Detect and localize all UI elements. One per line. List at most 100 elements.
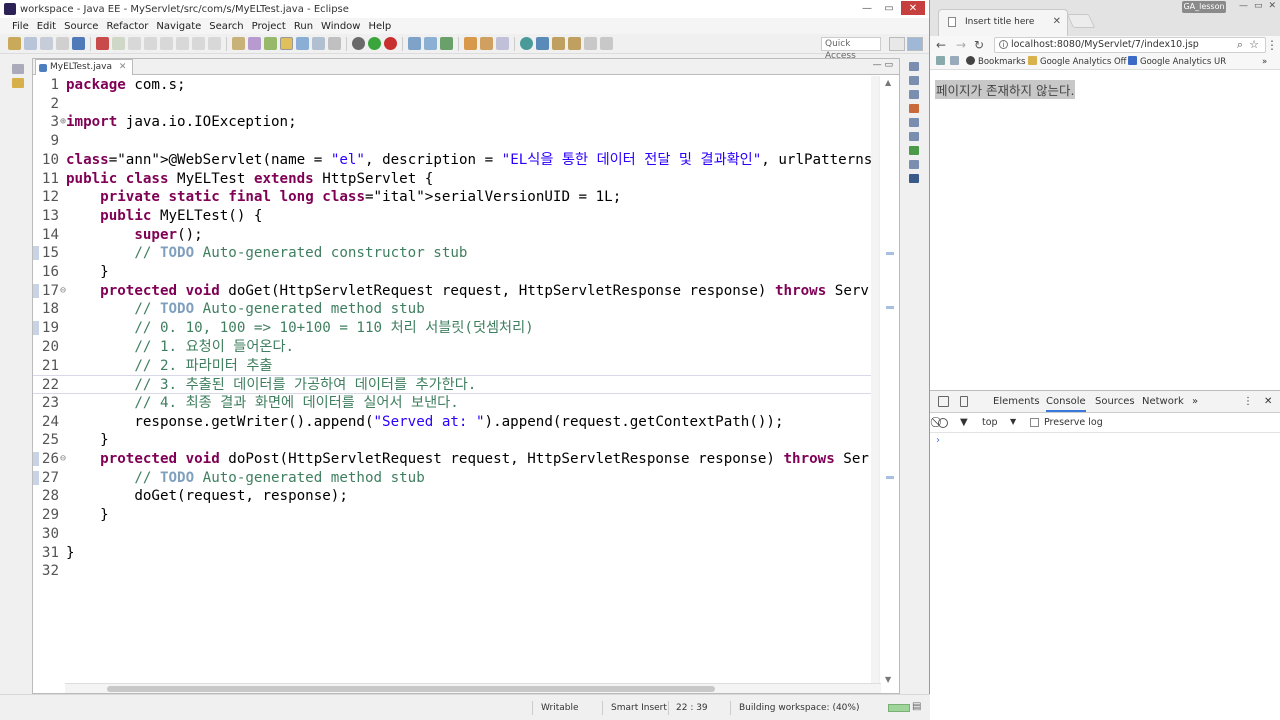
disconnect-icon[interactable] (160, 37, 173, 50)
servers-icon[interactable] (264, 37, 277, 50)
code-line[interactable]: 25 } (33, 431, 881, 450)
project-explorer-icon[interactable] (12, 78, 24, 88)
outline-icon[interactable] (909, 62, 919, 71)
forward-icon[interactable]: → (956, 36, 966, 54)
menu-help[interactable]: Help (364, 21, 395, 32)
block-icon[interactable] (938, 418, 948, 428)
bookmark-ga-off[interactable]: Google Analytics Off (1028, 54, 1127, 69)
step-return-icon[interactable] (208, 37, 221, 50)
code-line[interactable]: 20 // 1. 요청이 들어온다. (33, 338, 881, 357)
search-icon[interactable] (328, 37, 341, 50)
context-selector[interactable]: top (982, 417, 998, 428)
build-progress-bar[interactable] (888, 704, 910, 712)
open-folder-icon[interactable] (464, 37, 477, 50)
open-type-icon[interactable] (232, 37, 245, 50)
task-list-icon[interactable] (909, 76, 919, 85)
print-icon[interactable] (56, 37, 69, 50)
code-line[interactable]: 11 public class MyELTest extends HttpServ… (33, 170, 881, 189)
address-bar[interactable]: i localhost:8080/MyServlet/7/index10.jsp… (994, 37, 1266, 53)
editor-tab[interactable]: MyELTest.java ✕ (35, 59, 134, 75)
code-line[interactable]: 18 // TODO Auto-generated method stub (33, 300, 881, 319)
progress-view-icon[interactable]: ▤ (912, 701, 921, 712)
minimize-icon[interactable]: — (1239, 1, 1248, 11)
maximize-editor-icon[interactable]: ▭ (884, 60, 893, 70)
menu-edit[interactable]: Edit (33, 21, 60, 32)
menu-run[interactable]: Run (290, 21, 317, 32)
overview-ruler[interactable]: ▲ ▼ (879, 76, 899, 686)
step-over-icon[interactable] (192, 37, 205, 50)
new-java-project-icon[interactable] (408, 37, 421, 50)
minimize-editor-icon[interactable]: — (873, 60, 882, 70)
code-line[interactable]: 17 ⊖ protected void doGet(HttpServletRequ… (33, 282, 881, 301)
maximize-icon[interactable]: ▭ (879, 1, 899, 15)
bookmark-bookmarks[interactable]: Bookmarks (966, 54, 1026, 69)
maximize-icon[interactable]: ▭ (1254, 1, 1263, 11)
back-icon[interactable]: ← (936, 36, 946, 54)
properties-icon[interactable] (909, 118, 919, 127)
new-package-icon[interactable] (424, 37, 437, 50)
chrome-menu-icon[interactable]: ⋮ (1266, 36, 1278, 54)
back-icon[interactable] (584, 37, 597, 50)
code-line[interactable]: 29 } (33, 506, 881, 525)
code-line[interactable]: 28 doGet(request, response); (33, 487, 881, 506)
menu-source[interactable]: Source (60, 21, 102, 32)
suspend-icon[interactable] (128, 37, 141, 50)
java-ee-perspective-icon[interactable] (907, 37, 923, 51)
overview-marker[interactable] (886, 252, 894, 255)
code-line[interactable]: 14 super(); (33, 226, 881, 245)
code-line[interactable]: 31} (33, 544, 881, 563)
close-tab-icon[interactable]: ✕ (119, 62, 127, 72)
run-icon[interactable] (368, 37, 381, 50)
menu-window[interactable]: Window (317, 21, 364, 32)
markers-icon[interactable] (909, 104, 919, 113)
code-line[interactable]: 3 ⊕ import java.io.IOException; (33, 113, 881, 132)
bookmark-icon-small[interactable] (950, 54, 962, 69)
prev-annotation-icon[interactable] (568, 37, 581, 50)
code-line[interactable]: 1 package com.s; (33, 76, 881, 95)
pin-icon[interactable] (496, 37, 509, 50)
menu-search[interactable]: Search (205, 21, 247, 32)
horizontal-scrollbar[interactable] (65, 683, 881, 693)
code-line[interactable]: 9 (33, 132, 881, 151)
overview-marker[interactable] (886, 306, 894, 309)
apps-icon[interactable] (936, 54, 948, 69)
code-line[interactable]: 30 (33, 525, 881, 544)
servers-view-icon[interactable] (909, 132, 919, 141)
new-tab-button[interactable] (1066, 14, 1096, 28)
horizontal-scroll-thumb[interactable] (107, 686, 715, 692)
menu-navigate[interactable]: Navigate (152, 21, 205, 32)
code-line[interactable]: 16 } (33, 263, 881, 282)
preserve-log-checkbox[interactable] (1030, 418, 1039, 427)
save-all-icon[interactable] (40, 37, 53, 50)
console-prompt[interactable]: › (936, 435, 940, 446)
task-icon[interactable] (248, 37, 261, 50)
minimize-icon[interactable]: — (857, 1, 877, 15)
menu-project[interactable]: Project (248, 21, 290, 32)
code-line[interactable]: 13 public MyELTest() { (33, 207, 881, 226)
inspect-element-icon[interactable] (938, 396, 949, 407)
overview-marker[interactable] (886, 476, 894, 479)
code-line[interactable]: 10 class="ann">@WebServlet(name = "el", d… (33, 151, 881, 170)
devtools-menu-icon[interactable]: ⋮ (1243, 396, 1253, 407)
reload-icon[interactable]: ↻ (974, 36, 984, 54)
close-icon[interactable]: ✕ (1268, 1, 1276, 11)
web-browser-icon[interactable] (296, 37, 309, 50)
devtools-tab-sources[interactable]: Sources (1095, 396, 1135, 407)
vertical-scrollbar[interactable] (871, 76, 879, 686)
console-icon[interactable] (72, 37, 85, 50)
device-toolbar-icon[interactable] (960, 396, 968, 407)
context-dropdown-icon[interactable]: ▼ (1010, 417, 1016, 426)
code-line[interactable]: 19 // 0. 10, 100 => 10+100 = 110 처리 서블릿(… (33, 319, 881, 338)
snippets-icon[interactable] (909, 160, 919, 169)
browser-tab[interactable]: Insert title here ✕ (938, 9, 1068, 36)
external-tools-icon[interactable] (384, 37, 397, 50)
scroll-down-icon[interactable]: ▼ (885, 675, 891, 684)
menu-refactor[interactable]: Refactor (102, 21, 152, 32)
more-tabs-icon[interactable]: » (1192, 396, 1198, 407)
step-into-icon[interactable] (176, 37, 189, 50)
close-devtools-icon[interactable]: ✕ (1264, 396, 1272, 407)
close-icon[interactable]: ✕ (901, 1, 925, 15)
code-line[interactable]: 21 // 2. 파라미터 추출 (33, 357, 881, 376)
code-line[interactable]: 22 // 3. 추출된 데이터를 가공하여 데이터를 추가한다. (33, 375, 881, 394)
site-info-icon[interactable]: i (999, 40, 1008, 49)
